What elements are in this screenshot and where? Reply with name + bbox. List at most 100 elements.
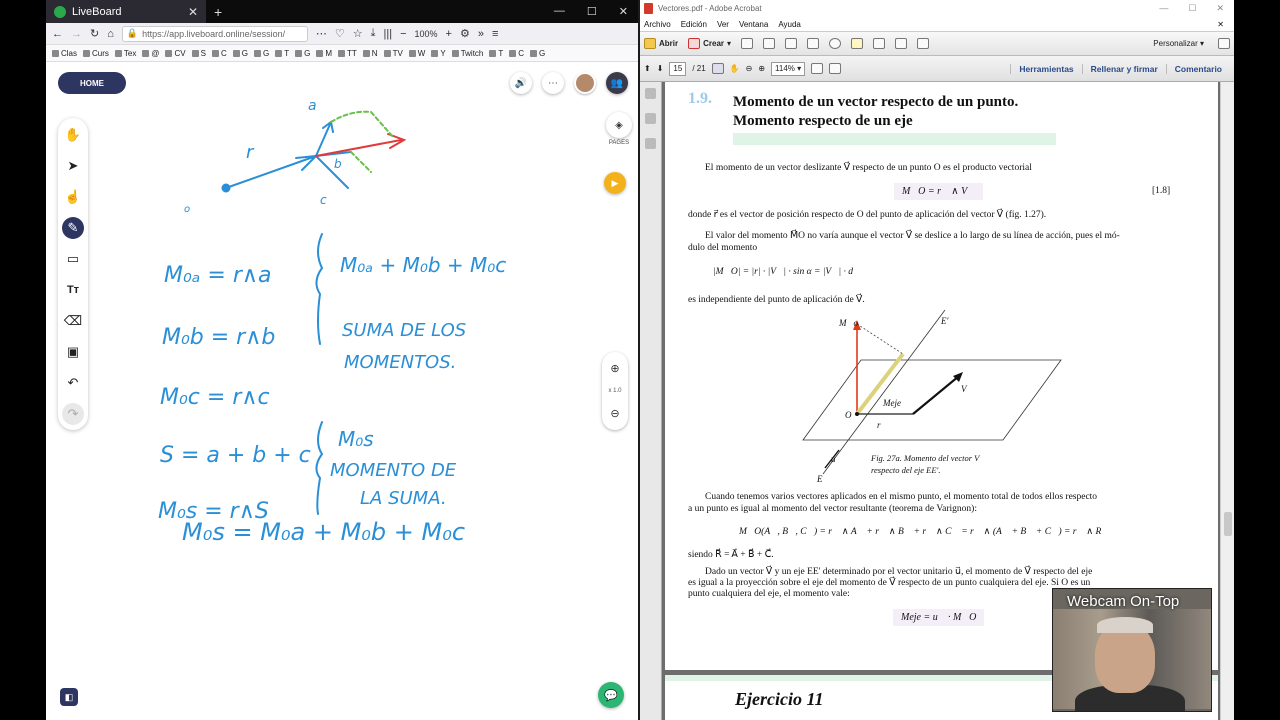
- pen-tool-icon[interactable]: ✎: [62, 217, 84, 239]
- avatar[interactable]: [574, 72, 596, 94]
- reload-icon[interactable]: ↻: [90, 27, 99, 40]
- text-tool-icon[interactable]: Tт: [62, 279, 84, 301]
- liveboard-canvas[interactable]: HOME ✋ ➤ ☝ ✎ ▭ Tт ⌫ ▣ ↶ ↷ 🔊 ⋯ 👥 ◈ PAGES …: [46, 62, 638, 720]
- task-link[interactable]: Comentario: [1165, 63, 1230, 74]
- attachments-icon[interactable]: [645, 113, 656, 124]
- zoom-in-icon[interactable]: +: [446, 28, 452, 40]
- minimize-icon[interactable]: —: [554, 5, 565, 18]
- hand-icon[interactable]: ✋: [730, 64, 740, 73]
- url-bar[interactable]: 🔒 https://app.liveboard.online/session/: [121, 25, 308, 42]
- bookmark-item[interactable]: TT: [338, 49, 357, 58]
- create-button[interactable]: Crear ▾: [688, 38, 731, 49]
- email-icon[interactable]: [807, 38, 820, 49]
- highlight-icon[interactable]: [873, 38, 886, 49]
- comment-icon[interactable]: [851, 38, 864, 49]
- bookmark-item[interactable]: G: [253, 49, 269, 58]
- pages-button[interactable]: ◈ PAGES: [604, 112, 634, 146]
- open-button[interactable]: Abrir: [644, 38, 678, 49]
- bookmark-item[interactable]: G: [295, 49, 310, 58]
- select-tool-icon[interactable]: ➤: [62, 155, 84, 177]
- zoom-select[interactable]: 114% ▾: [771, 61, 806, 76]
- download-icon[interactable]: ⤓: [371, 27, 376, 40]
- fit-page-icon[interactable]: [811, 63, 824, 74]
- bookmark-item[interactable]: T: [275, 49, 289, 58]
- tab-liveboard[interactable]: LiveBoard ✕: [46, 0, 206, 23]
- eraser-tool-icon[interactable]: ⌫: [62, 310, 84, 332]
- bookmark-item[interactable]: Clas: [52, 49, 77, 58]
- redo-icon[interactable]: ↷: [62, 403, 84, 425]
- extensions-icon[interactable]: ⚙: [460, 27, 470, 40]
- hand-tool-icon[interactable]: ✋: [62, 124, 84, 146]
- pdf-zoom-in-icon[interactable]: ⊕: [758, 64, 765, 73]
- more-icon[interactable]: ⋯: [316, 27, 327, 40]
- undo-icon[interactable]: ↶: [62, 372, 84, 394]
- close-document-icon[interactable]: ✕: [1217, 20, 1230, 29]
- bookmark-item[interactable]: G: [232, 49, 248, 58]
- zoom-out-magnifier-icon[interactable]: ⊖: [610, 407, 619, 420]
- home-icon[interactable]: ⌂: [107, 28, 114, 40]
- acrobat-maximize-icon[interactable]: ☐: [1188, 3, 1196, 14]
- zoom-in-magnifier-icon[interactable]: ⊕: [610, 362, 619, 375]
- forward-icon[interactable]: →: [71, 28, 82, 40]
- close-window-icon[interactable]: ✕: [619, 5, 628, 18]
- bookmark-item[interactable]: @: [142, 49, 159, 58]
- gear-icon[interactable]: [829, 38, 842, 49]
- task-link[interactable]: Rellenar y firmar: [1081, 63, 1166, 74]
- map-icon[interactable]: ◧: [60, 688, 78, 706]
- bookmark-item[interactable]: W: [408, 49, 425, 58]
- bookmark-item[interactable]: Y: [431, 49, 446, 58]
- menu-item[interactable]: Ver: [717, 20, 729, 29]
- camera-icon[interactable]: ▶: [604, 172, 626, 194]
- acrobat-close-icon[interactable]: ✕: [1216, 3, 1224, 14]
- home-button[interactable]: HOME: [58, 72, 126, 94]
- menu-item[interactable]: Ventana: [739, 20, 768, 29]
- image-edit-icon[interactable]: [917, 38, 930, 49]
- overflow-icon[interactable]: »: [478, 28, 484, 40]
- zoom-out-icon[interactable]: −: [400, 28, 406, 40]
- shape-tool-icon[interactable]: ▭: [62, 248, 84, 270]
- print-icon[interactable]: [785, 38, 798, 49]
- bookmark-item[interactable]: Twitch: [451, 49, 483, 58]
- text-edit-icon[interactable]: [895, 38, 908, 49]
- select-cursor-icon[interactable]: [711, 63, 724, 74]
- next-page-icon[interactable]: ⬇: [657, 64, 664, 73]
- bookmark-item[interactable]: CV: [165, 49, 186, 58]
- bookmark-item[interactable]: TV: [383, 49, 403, 58]
- upload-icon[interactable]: [763, 38, 776, 49]
- zoom-level[interactable]: 100%: [415, 29, 438, 39]
- new-tab-icon[interactable]: +: [214, 4, 222, 20]
- bookmark-item[interactable]: N: [362, 49, 378, 58]
- pages-panel-icon[interactable]: [645, 88, 656, 99]
- menu-item[interactable]: Archivo: [644, 20, 671, 29]
- chat-icon[interactable]: 💬: [598, 682, 624, 708]
- bookmark-item[interactable]: C: [211, 49, 227, 58]
- save-icon[interactable]: [741, 38, 754, 49]
- menu-icon[interactable]: ≡: [492, 28, 498, 40]
- webcam-overlay[interactable]: Webcam On-Top: [1052, 588, 1212, 712]
- expand-icon[interactable]: [1218, 38, 1230, 49]
- bookmark-star-icon[interactable]: ☆: [353, 27, 363, 40]
- bookmark-item[interactable]: C: [509, 49, 524, 58]
- pdf-page[interactable]: 1.9. Momento de un vector respecto de un…: [665, 82, 1218, 670]
- bookmark-item[interactable]: Curs: [83, 49, 109, 58]
- prev-page-icon[interactable]: ⬆: [644, 64, 651, 73]
- page-number-input[interactable]: 15: [669, 61, 687, 76]
- menu-item[interactable]: Edición: [681, 20, 707, 29]
- acrobat-minimize-icon[interactable]: —: [1159, 3, 1168, 14]
- bookmark-item[interactable]: S: [191, 49, 206, 58]
- pdf-zoom-out-icon[interactable]: ⊖: [746, 64, 753, 73]
- menu-item[interactable]: Ayuda: [778, 20, 801, 29]
- scrollbar-thumb[interactable]: [1224, 512, 1232, 536]
- bookmark-item[interactable]: M: [316, 49, 332, 58]
- library-icon[interactable]: |||: [384, 28, 393, 40]
- customize-dropdown[interactable]: Personalizar ▾: [1153, 39, 1204, 48]
- bookmark-item[interactable]: Tex: [114, 49, 136, 58]
- pocket-icon[interactable]: ♡: [335, 27, 345, 40]
- participants-icon[interactable]: 👥: [606, 72, 628, 94]
- bookmark-item[interactable]: T: [489, 49, 503, 58]
- fit-width-icon[interactable]: [829, 63, 842, 74]
- bookmark-item[interactable]: G: [530, 49, 545, 58]
- vertical-scrollbar[interactable]: [1220, 82, 1234, 720]
- task-link[interactable]: Herramientas: [1010, 63, 1081, 74]
- pointer-tool-icon[interactable]: ☝: [62, 186, 84, 208]
